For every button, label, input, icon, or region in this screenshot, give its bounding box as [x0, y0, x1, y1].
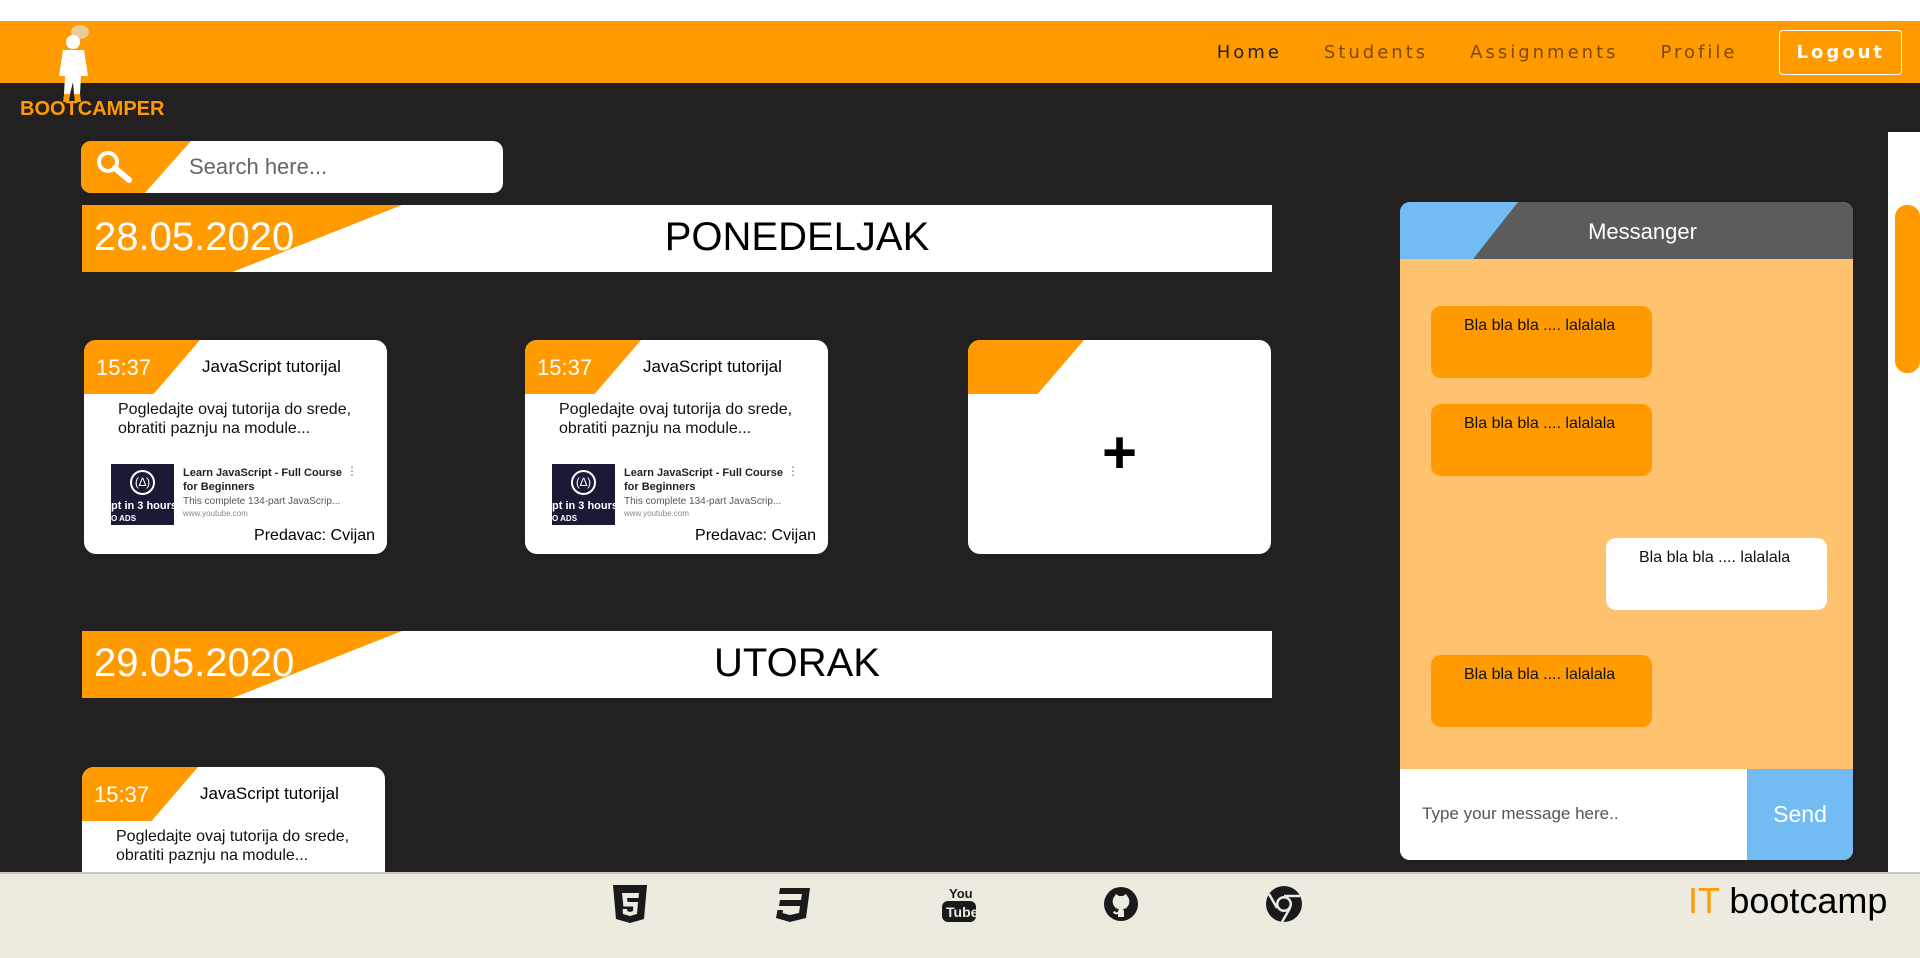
- messenger-title: Messanger: [1588, 219, 1697, 244]
- video-site: www.youtube.com: [183, 509, 248, 518]
- video-thumbnail: (∆) pt in 3 hours O ADS: [552, 464, 618, 525]
- footer-brand: IT bootcamp: [1688, 880, 1887, 922]
- messenger-panel: Messanger Bla bla bla .... lalalala Bla …: [1400, 202, 1853, 860]
- sub-bar: [0, 83, 1920, 132]
- card-title: JavaScript tutorijal: [200, 784, 339, 803]
- nav-profile[interactable]: Profile: [1661, 42, 1738, 63]
- plus-icon[interactable]: +: [968, 340, 1271, 554]
- app-root: BOOTCAMPER Home Students Assignments Pro…: [0, 0, 1920, 958]
- thumb-subtext: O ADS: [552, 514, 578, 523]
- messenger-header: Messanger: [1400, 202, 1853, 259]
- logout-button[interactable]: Logout: [1779, 29, 1902, 75]
- card-lecturer: Predavac: Cvijan: [254, 527, 375, 544]
- video-site: www.youtube.com: [624, 509, 689, 518]
- message-bubble: Bla bla bla .... lalalala: [1431, 404, 1652, 476]
- card-lecturer: Predavac: Cvijan: [695, 527, 816, 544]
- logo-text: BOOTCAMPER: [20, 98, 165, 120]
- day-name: UTORAK: [714, 641, 880, 685]
- day-header: 28.05.2020. PONEDELJAK: [82, 205, 1272, 272]
- more-icon[interactable]: ⋮: [346, 464, 358, 478]
- html5-icon[interactable]: [611, 884, 649, 924]
- card-time: 15:37: [537, 355, 593, 380]
- freecodecamp-icon: (∆): [130, 470, 155, 495]
- video-title: Learn JavaScript - Full Course for Begin…: [624, 467, 783, 493]
- css3-icon[interactable]: [774, 884, 812, 924]
- freecodecamp-icon: (∆): [571, 470, 596, 495]
- top-strip: [0, 0, 1920, 21]
- brand-it: IT: [1688, 880, 1720, 921]
- scrollbar-thumb[interactable]: [1895, 205, 1920, 373]
- search-bar: [81, 141, 503, 193]
- svg-text:Tube: Tube: [946, 904, 978, 920]
- card-clip: 15:37 JavaScript tutorijal Pogledajte ov…: [82, 767, 387, 872]
- assignment-card[interactable]: 15:37 JavaScript tutorijal Pogledajte ov…: [82, 767, 385, 872]
- message-bubble: Bla bla bla .... lalalala: [1431, 655, 1652, 727]
- nav-assignments[interactable]: Assignments: [1470, 42, 1618, 63]
- video-preview[interactable]: (∆) pt in 3 hours O ADS Learn JavaScript…: [111, 464, 361, 526]
- video-preview[interactable]: (∆) pt in 3 hours O ADS Learn JavaScript…: [552, 464, 802, 526]
- youtube-icon[interactable]: You Tube: [940, 884, 978, 924]
- brand-rest: bootcamp: [1719, 880, 1888, 921]
- day-header: 29.05.2020. UTORAK: [82, 631, 1272, 698]
- send-button[interactable]: Send: [1747, 769, 1853, 860]
- add-assignment-card[interactable]: +: [968, 340, 1271, 554]
- video-thumbnail: (∆) pt in 3 hours O ADS: [111, 464, 177, 525]
- card-time: 15:37: [94, 782, 150, 807]
- day-name: PONEDELJAK: [664, 215, 930, 259]
- card-title: JavaScript tutorijal: [202, 357, 341, 376]
- video-description: This complete 134-part JavaScrip...: [624, 496, 782, 507]
- more-icon[interactable]: ⋮: [787, 464, 799, 478]
- card-description: Pogledajte ovaj tutorija do srede, obrat…: [118, 401, 352, 437]
- card-title: JavaScript tutorijal: [643, 357, 782, 376]
- nav-students[interactable]: Students: [1324, 42, 1428, 63]
- github-icon[interactable]: [1102, 884, 1140, 924]
- nav-home[interactable]: Home: [1217, 42, 1282, 63]
- assignment-card[interactable]: 15:37 JavaScript tutorijal Pogledajte ov…: [525, 340, 828, 554]
- video-description: This complete 134-part JavaScrip...: [183, 496, 341, 507]
- video-title: Learn JavaScript - Full Course for Begin…: [183, 467, 342, 493]
- thumb-text: pt in 3 hours: [111, 500, 177, 512]
- card-description: Pogledajte ovaj tutorija do srede, obrat…: [559, 401, 793, 437]
- card-description: Pogledajte ovaj tutorija do srede, obrat…: [116, 828, 350, 864]
- search-input[interactable]: [189, 149, 489, 185]
- message-bubble: Bla bla bla .... lalalala: [1431, 306, 1652, 378]
- thumb-subtext: O ADS: [111, 514, 137, 523]
- chrome-icon[interactable]: [1265, 884, 1303, 924]
- svg-text:You: You: [949, 886, 973, 901]
- card-time: 15:37: [96, 355, 152, 380]
- message-input[interactable]: [1422, 797, 1732, 831]
- message-bubble: Bla bla bla .... lalalala: [1606, 538, 1827, 610]
- assignment-card[interactable]: 15:37 JavaScript tutorijal Pogledajte ov…: [84, 340, 387, 554]
- thumb-text: pt in 3 hours: [552, 500, 618, 512]
- nav-links: Home Students Assignments Profile Logout: [1217, 21, 1920, 83]
- search-icon[interactable]: [95, 149, 135, 185]
